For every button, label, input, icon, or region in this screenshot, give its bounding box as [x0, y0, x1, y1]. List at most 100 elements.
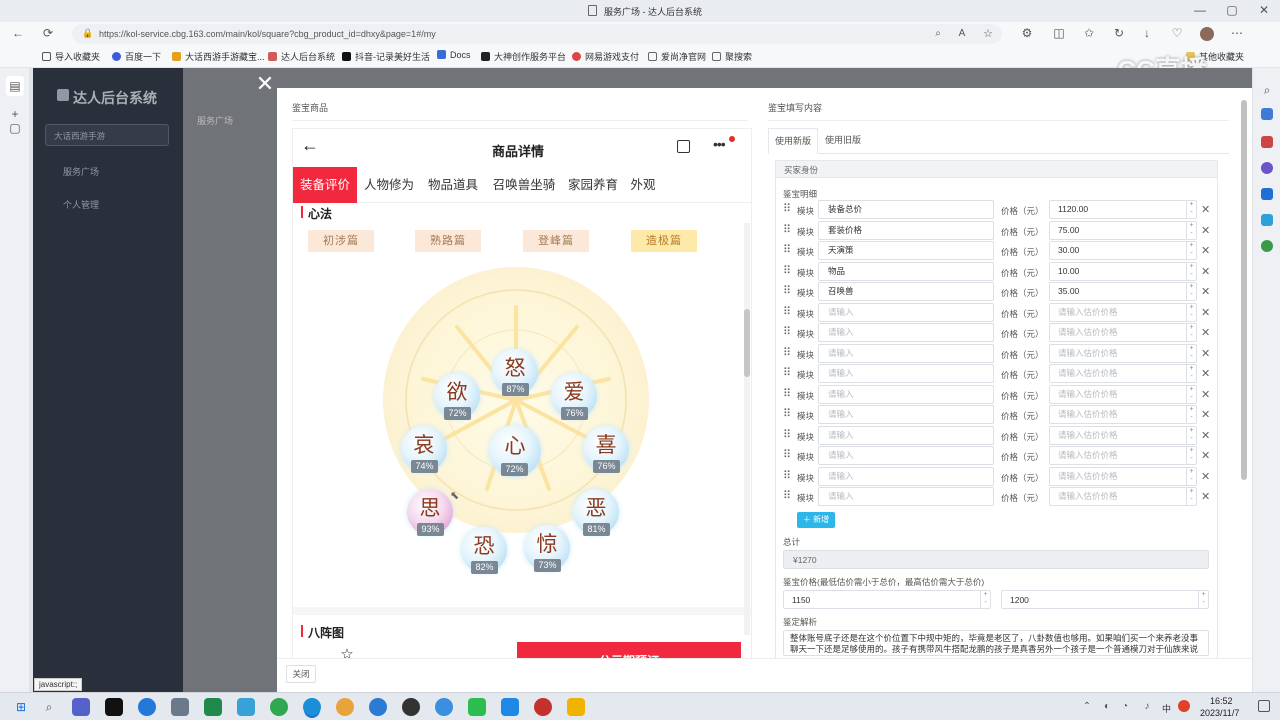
- app-icon-globe[interactable]: [435, 698, 453, 716]
- bookmark-aishang[interactable]: 爱尚净官网: [648, 50, 706, 63]
- close-modal-icon[interactable]: ✕: [254, 73, 276, 96]
- delete-row-icon[interactable]: ✕: [1201, 244, 1210, 257]
- min-price-input[interactable]: 1150 + -: [783, 590, 991, 609]
- tray-arrow-icon[interactable]: ⌃: [1080, 697, 1094, 717]
- orb-e[interactable]: 恶 81%: [573, 489, 619, 536]
- drag-handle-icon[interactable]: ⠿: [783, 489, 791, 502]
- calculator-icon[interactable]: [171, 698, 189, 716]
- tab-new-version[interactable]: 使用新版: [768, 128, 818, 154]
- sogou-icon[interactable]: [1178, 700, 1190, 712]
- security-icon[interactable]: ♡: [1168, 23, 1186, 43]
- delete-row-icon[interactable]: ✕: [1201, 429, 1210, 442]
- scrollbar-thumb[interactable]: [744, 309, 750, 377]
- tab-equipment[interactable]: 装备评价: [293, 167, 357, 203]
- price-input[interactable]: 10.00 + -: [1049, 261, 1197, 281]
- app-icon-yellow[interactable]: [567, 698, 585, 716]
- game-select[interactable]: 大话西游手游: [45, 124, 169, 146]
- analysis-textarea[interactable]: 整体账号底子还是在这个价位置下中规中矩的，毕竟是老区了，八卦数值也够用。如果咱们…: [783, 630, 1209, 656]
- close-window-icon[interactable]: ✕: [1254, 0, 1274, 20]
- orb-ai-love[interactable]: 爱 76%: [551, 373, 597, 420]
- stepper-icon[interactable]: + -: [1186, 467, 1196, 485]
- stepper-icon[interactable]: + -: [1186, 262, 1196, 280]
- module-name-input[interactable]: 套装价格: [818, 220, 994, 240]
- split-screen-icon[interactable]: ◫: [1050, 23, 1068, 43]
- price-input[interactable]: 请输入估价价格 + -: [1049, 425, 1197, 445]
- search-icon[interactable]: ⌕: [930, 24, 946, 44]
- orb-jing[interactable]: 惊 73%: [524, 525, 570, 572]
- stepper-icon[interactable]: + -: [1186, 365, 1196, 382]
- drag-handle-icon[interactable]: ⠿: [783, 469, 791, 482]
- stepper-icon[interactable]: + -: [1186, 447, 1196, 464]
- tools-icon[interactable]: [1261, 162, 1273, 174]
- search-icon[interactable]: ⌕: [40, 697, 58, 717]
- send-icon[interactable]: [1261, 214, 1273, 226]
- stepper-icon[interactable]: + -: [1186, 406, 1196, 423]
- orb-si[interactable]: 思 93%: [407, 489, 453, 536]
- outlook-icon[interactable]: [1261, 188, 1273, 200]
- clock-date[interactable]: 2023/11/7: [1200, 708, 1239, 718]
- tab-home[interactable]: 家园养育: [563, 167, 623, 203]
- delete-row-icon[interactable]: ✕: [1201, 367, 1210, 380]
- price-input[interactable]: 请输入估价价格 + -: [1049, 343, 1197, 363]
- stepper-icon[interactable]: + -: [1186, 242, 1196, 259]
- stage-tab-3[interactable]: 登峰篇: [523, 230, 589, 252]
- delete-row-icon[interactable]: ✕: [1201, 347, 1210, 360]
- module-name-input[interactable]: 请输入: [818, 364, 994, 383]
- price-input[interactable]: 请输入估价价格 + -: [1049, 384, 1197, 404]
- ime-indicator[interactable]: 中: [1162, 702, 1171, 715]
- module-name-input[interactable]: 请输入: [818, 405, 994, 424]
- drag-handle-icon[interactable]: ⠿: [783, 346, 791, 359]
- delete-row-icon[interactable]: ✕: [1201, 224, 1210, 237]
- tab-title[interactable]: 服务广场 - 达人后台系统: [604, 5, 702, 18]
- module-name-input[interactable]: 请输入: [818, 302, 994, 322]
- app-icon-c[interactable]: [369, 698, 387, 716]
- stepper-icon[interactable]: + -: [1186, 303, 1196, 321]
- clock-time[interactable]: 16:52: [1210, 696, 1233, 706]
- delete-row-icon[interactable]: ✕: [1201, 388, 1210, 401]
- orb-xin-center[interactable]: 心 72%: [489, 425, 541, 477]
- notification-icon[interactable]: [1258, 700, 1270, 712]
- extensions-icon[interactable]: ⚙: [1018, 23, 1036, 43]
- more-icon[interactable]: ⋯: [1228, 23, 1246, 43]
- module-name-input[interactable]: 天演策: [818, 241, 994, 260]
- avatar[interactable]: [1200, 27, 1214, 41]
- drag-handle-icon[interactable]: ⠿: [783, 428, 791, 441]
- delete-row-icon[interactable]: ✕: [1201, 470, 1210, 483]
- drag-handle-icon[interactable]: ⠿: [783, 407, 791, 420]
- minimize-icon[interactable]: —: [1190, 0, 1210, 20]
- stepper-icon[interactable]: + -: [1186, 488, 1196, 505]
- drag-handle-icon[interactable]: ⠿: [783, 243, 791, 256]
- price-input[interactable]: 请输入估价价格 + -: [1049, 302, 1197, 322]
- bookmark-dashen[interactable]: 大神创作服务平台: [481, 50, 566, 63]
- tab-old-version[interactable]: 使用旧版: [825, 128, 861, 152]
- orb-xi[interactable]: 喜 76%: [583, 426, 629, 473]
- stepper-icon[interactable]: + -: [1186, 201, 1196, 218]
- obs-icon[interactable]: [402, 698, 420, 716]
- search-icon[interactable]: ⌕: [1258, 80, 1276, 100]
- drag-handle-icon[interactable]: ⠿: [783, 448, 791, 461]
- delete-row-icon[interactable]: ✕: [1201, 265, 1210, 278]
- module-name-input[interactable]: 装备总价: [818, 200, 994, 219]
- module-name-input[interactable]: 请输入: [818, 384, 994, 404]
- price-input[interactable]: 请输入估价价格 + -: [1049, 487, 1197, 506]
- app-icon-frog[interactable]: [336, 698, 354, 716]
- tab-items[interactable]: 物品道具: [423, 167, 483, 203]
- network-icon[interactable]: ◐: [1100, 697, 1114, 717]
- bookmark-docs[interactable]: Docs: [437, 50, 471, 60]
- module-name-input[interactable]: 请输入: [818, 323, 994, 342]
- bookmark-admin[interactable]: 达人后台系统: [268, 50, 335, 63]
- stepper-icon[interactable]: + -: [1186, 344, 1196, 362]
- stepper-icon[interactable]: + -: [980, 591, 990, 608]
- app-icon-1[interactable]: [72, 698, 90, 716]
- orb-kong[interactable]: 恐 82%: [461, 527, 507, 574]
- pen-icon[interactable]: [237, 698, 255, 716]
- module-name-input[interactable]: 请输入: [818, 343, 994, 363]
- stepper-icon[interactable]: + -: [1186, 221, 1196, 239]
- stage-tab-2[interactable]: 熟路篇: [415, 230, 481, 252]
- bookmark-douyin[interactable]: 抖音-记录美好生活: [342, 50, 430, 63]
- close-button[interactable]: 关闭: [286, 665, 316, 683]
- excel-icon[interactable]: [204, 698, 222, 716]
- orb-nu[interactable]: 怒 87%: [492, 349, 538, 396]
- favorite-star-icon[interactable]: ☆: [980, 24, 996, 44]
- stepper-icon[interactable]: + -: [1186, 283, 1196, 300]
